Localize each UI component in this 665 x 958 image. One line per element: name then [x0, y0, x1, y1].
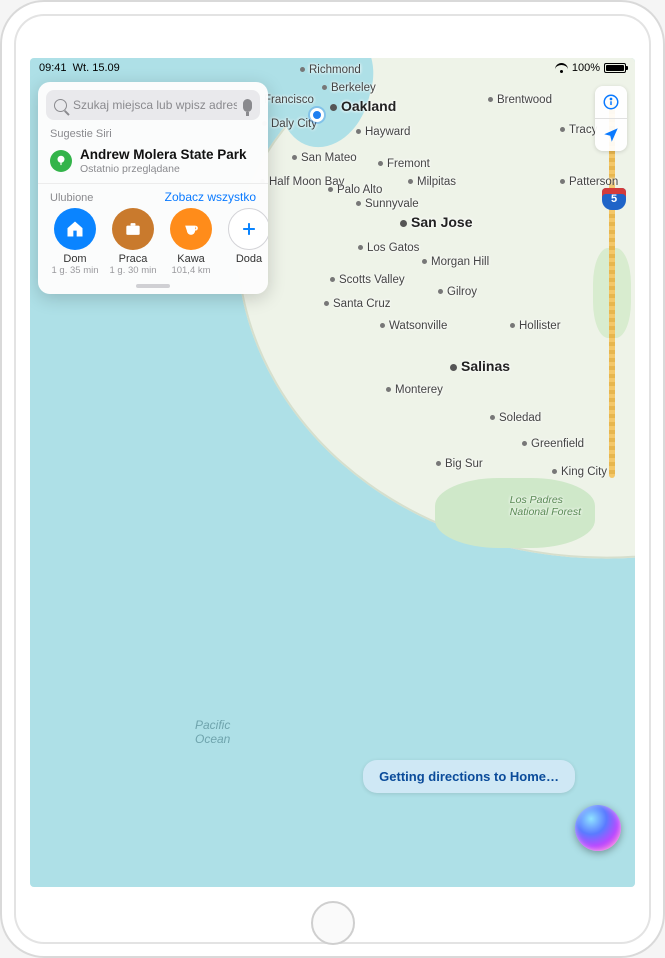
tree-icon	[50, 150, 72, 172]
favorite-sub: 1 g. 30 min	[106, 265, 160, 276]
city-sanjose: San Jose	[400, 214, 472, 230]
city-gilroy: Gilroy	[438, 286, 477, 298]
status-date: Wt. 15.09	[73, 62, 120, 74]
ocean-label: Pacific Ocean	[195, 718, 230, 747]
search-field[interactable]	[46, 90, 260, 120]
favorite-name: Kawa	[164, 253, 218, 265]
city-tracy: Tracy	[560, 124, 597, 136]
city-sunnyvale: Sunnyvale	[356, 198, 419, 210]
siri-suggestions-label: Sugestie Siri	[38, 126, 268, 144]
suggestion-text: Andrew Molera State Park Ostatnio przegl…	[80, 147, 247, 175]
favorite-add[interactable]: Doda	[222, 208, 268, 276]
favorite-sub: 101,4 km	[164, 265, 218, 276]
favorite-name: Dom	[48, 253, 102, 265]
siri-suggestion-item[interactable]: Andrew Molera State Park Ostatnio przegl…	[38, 144, 268, 184]
favorite-coffee[interactable]: Kawa 101,4 km	[164, 208, 218, 276]
city-morganhill: Morgan Hill	[422, 256, 489, 268]
national-forest-label: Los Padres National Forest	[510, 494, 581, 518]
city-scottsvalley: Scotts Valley	[330, 274, 405, 286]
favorite-name: Praca	[106, 253, 160, 265]
favorites-row: Dom 1 g. 35 min Praca 1 g. 30 min Kawa 1…	[38, 208, 268, 278]
card-grabber[interactable]	[136, 284, 170, 288]
city-brentwood: Brentwood	[488, 94, 552, 106]
city-salinas: Salinas	[450, 358, 510, 374]
battery-percent: 100%	[572, 62, 600, 74]
favorite-home[interactable]: Dom 1 g. 35 min	[48, 208, 102, 276]
info-button[interactable]	[595, 86, 627, 118]
city-soledad: Soledad	[490, 412, 541, 424]
home-icon	[54, 208, 96, 250]
favorites-label: Ulubione	[50, 192, 93, 204]
search-icon	[54, 99, 67, 112]
home-button[interactable]	[311, 901, 355, 945]
dictate-icon[interactable]	[243, 99, 252, 112]
interstate-5-road	[609, 98, 615, 478]
city-hollister: Hollister	[510, 320, 561, 332]
favorite-name: Doda	[222, 253, 268, 265]
ocean-label-line1: Pacific	[195, 718, 230, 732]
ipad-device-frame: 5 Pacific Ocean Los Padres National Fore…	[0, 0, 665, 958]
city-bigsur: Big Sur	[436, 458, 483, 470]
nf-l2: National Forest	[510, 506, 581, 518]
city-oakland: Oakland	[330, 98, 396, 114]
siri-response-bubble: Getting directions to Home…	[363, 760, 575, 793]
plus-icon	[228, 208, 268, 250]
city-sf: Francisco	[264, 94, 314, 106]
coffee-icon	[170, 208, 212, 250]
suggestion-subtitle: Ostatnio przeglądane	[80, 163, 247, 175]
city-sanmateo: San Mateo	[292, 152, 357, 164]
wifi-icon	[555, 63, 568, 73]
info-icon	[602, 93, 620, 111]
city-watsonville: Watsonville	[380, 320, 447, 332]
nf-l1: Los Padres	[510, 494, 563, 506]
city-monterey: Monterey	[386, 384, 443, 396]
city-milpitas: Milpitas	[408, 176, 456, 188]
city-dalycity: Daly City	[262, 118, 317, 130]
status-right: 100%	[555, 62, 626, 74]
city-santacruz: Santa Cruz	[324, 298, 391, 310]
ocean-label-line2: Ocean	[195, 732, 230, 746]
search-input[interactable]	[73, 98, 237, 112]
favorite-work[interactable]: Praca 1 g. 30 min	[106, 208, 160, 276]
location-arrow-icon	[602, 126, 620, 144]
briefcase-icon	[112, 208, 154, 250]
favorites-see-all-link[interactable]: Zobacz wszystko	[165, 190, 256, 204]
suggestion-title: Andrew Molera State Park	[80, 147, 247, 163]
battery-icon	[604, 63, 626, 73]
map-controls	[595, 86, 627, 151]
locate-button[interactable]	[595, 119, 627, 151]
search-card: Sugestie Siri Andrew Molera State Park O…	[38, 82, 268, 294]
city-greenfield: Greenfield	[522, 438, 584, 450]
favorite-sub: 1 g. 35 min	[48, 265, 102, 276]
status-time: 09:41	[39, 62, 67, 74]
status-bar: 09:41 Wt. 15.09 100%	[30, 58, 635, 76]
city-berkeley: Berkeley	[322, 82, 376, 94]
siri-orb-button[interactable]	[575, 805, 621, 851]
interstate-5-shield: 5	[602, 188, 626, 210]
city-patterson: Patterson	[560, 176, 618, 188]
city-paloalto: Palo Alto	[328, 184, 382, 196]
city-losgatos: Los Gatos	[358, 242, 419, 254]
favorites-header: Ulubione Zobacz wszystko	[38, 184, 268, 208]
status-left: 09:41 Wt. 15.09	[39, 62, 120, 74]
user-location-dot	[310, 108, 324, 122]
screen: 5 Pacific Ocean Los Padres National Fore…	[30, 58, 635, 887]
city-hayward: Hayward	[356, 126, 410, 138]
city-kingcity: King City	[552, 466, 607, 478]
city-fremont: Fremont	[378, 158, 430, 170]
